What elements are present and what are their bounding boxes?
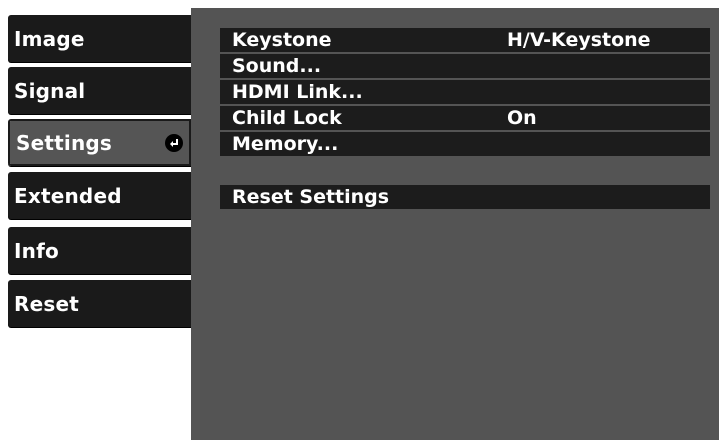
menu-item-keystone[interactable]: Keystone H/V-Keystone xyxy=(220,28,710,52)
tab-label: Reset xyxy=(14,291,79,316)
menu-item-label: Memory... xyxy=(232,133,339,155)
menu-item-label: Child Lock xyxy=(232,107,342,129)
tab-image[interactable]: Image xyxy=(8,15,191,62)
menu-item-sound[interactable]: Sound... xyxy=(220,54,710,78)
menu-item-value: H/V-Keystone xyxy=(507,29,651,51)
menu-item-value: On xyxy=(507,107,537,129)
tab-label: Extended xyxy=(14,183,122,208)
menu-item-label: HDMI Link... xyxy=(232,81,363,103)
settings-panel: Keystone H/V-Keystone Sound... HDMI Link… xyxy=(191,8,719,440)
tab-extended[interactable]: Extended xyxy=(8,172,191,219)
tab-info[interactable]: Info xyxy=(8,227,191,274)
menu-item-label: Keystone xyxy=(232,29,332,51)
menu-item-hdmi-link[interactable]: HDMI Link... xyxy=(220,80,710,104)
tab-label: Info xyxy=(14,238,59,263)
menu-item-child-lock[interactable]: Child Lock On xyxy=(220,106,710,130)
menu-item-memory[interactable]: Memory... xyxy=(220,132,710,156)
tab-label: Image xyxy=(14,26,85,51)
enter-arrow-icon xyxy=(170,138,178,147)
tab-label: Settings xyxy=(16,130,113,155)
enter-icon xyxy=(165,133,183,152)
settings-menu-list: Keystone H/V-Keystone Sound... HDMI Link… xyxy=(220,28,710,158)
reset-settings-container: Reset Settings xyxy=(220,185,710,211)
menu-item-reset-settings[interactable]: Reset Settings xyxy=(220,185,710,209)
menu-sidebar: Image Signal Settings Extended Info Rese… xyxy=(0,0,191,440)
tab-signal[interactable]: Signal xyxy=(8,67,191,114)
menu-item-label: Sound... xyxy=(232,55,322,77)
menu-item-label: Reset Settings xyxy=(232,186,390,208)
tab-settings[interactable]: Settings xyxy=(8,119,191,166)
tab-label: Signal xyxy=(14,78,86,103)
tab-reset[interactable]: Reset xyxy=(8,280,191,327)
